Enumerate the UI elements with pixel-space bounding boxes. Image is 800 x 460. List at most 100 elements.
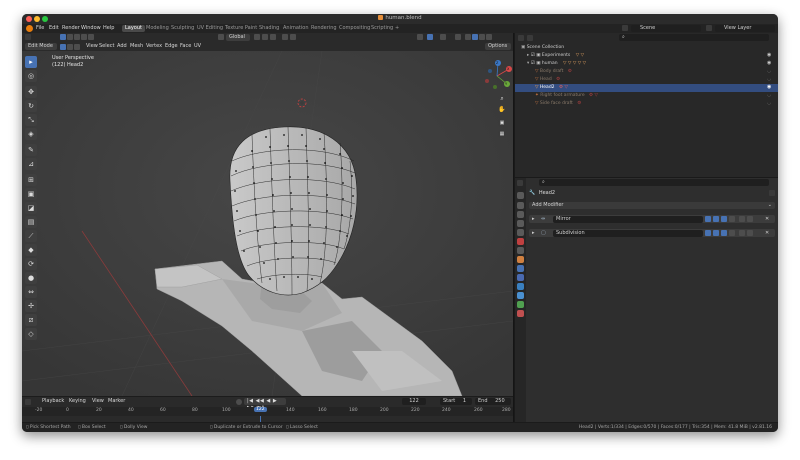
- current-frame-field[interactable]: 122: [402, 398, 426, 405]
- gizmo-z-label[interactable]: Z: [496, 61, 498, 65]
- outliner-row-right-foot-armature[interactable]: ✦ Right foot armature ⚙ ▽: [515, 92, 778, 100]
- edge-slide-tool-icon[interactable]: ⇔: [25, 286, 37, 298]
- outliner-row-experiments[interactable]: ▸ ☑ ▣ Experiments ▽ ▽: [515, 52, 778, 60]
- knife-tool-icon[interactable]: ⟋: [25, 230, 37, 242]
- tab-rendering[interactable]: Rendering: [308, 25, 340, 32]
- move-up-icon[interactable]: [739, 216, 745, 222]
- vertex-select-icon[interactable]: [60, 44, 66, 50]
- outliner-row-human[interactable]: ▾ ☑ ▣ human ▽ ▽ ▽ ▽ ▽: [515, 60, 778, 68]
- outliner-row-side-face-draft[interactable]: ▽ Side face draft ⚙: [515, 100, 778, 108]
- edge-select-icon[interactable]: [67, 44, 73, 50]
- editor-type-icon[interactable]: [25, 34, 31, 40]
- cursor-tool-icon[interactable]: ◎: [25, 70, 37, 82]
- eye-icon[interactable]: ◉: [767, 84, 777, 92]
- physics-tab-icon[interactable]: [517, 283, 524, 290]
- select-subtract-icon[interactable]: [81, 34, 87, 40]
- outliner-row-head[interactable]: ▽ Head ⚙: [515, 76, 778, 84]
- extrude-tool-icon[interactable]: ⊞: [25, 174, 37, 186]
- view-layer-tab-icon[interactable]: [517, 220, 524, 227]
- select-box-tool-icon[interactable]: ▸: [25, 56, 37, 68]
- outliner-row-head2[interactable]: ▽ Head2 ⚙ ▽: [515, 84, 778, 92]
- object-tab-icon[interactable]: [517, 256, 524, 263]
- select-invert-icon[interactable]: [88, 34, 94, 40]
- modifier-name-input[interactable]: Subdivision: [553, 229, 703, 237]
- menu-window[interactable]: Window: [81, 25, 101, 32]
- viewport-toggle-icon[interactable]: [713, 216, 719, 222]
- menu-add[interactable]: Add: [117, 43, 127, 50]
- outliner-search-input[interactable]: ⌕: [619, 34, 769, 41]
- render-tab-icon[interactable]: [517, 202, 524, 209]
- render-toggle-icon[interactable]: [721, 216, 727, 222]
- collection-tab-icon[interactable]: [517, 247, 524, 254]
- tab-layout[interactable]: Layout: [122, 25, 145, 32]
- viewport-toggle-icon[interactable]: [713, 230, 719, 236]
- scene-tab-icon[interactable]: [517, 229, 524, 236]
- modifier-name-input[interactable]: Mirror: [553, 215, 703, 223]
- gizmo-icon[interactable]: [427, 34, 433, 40]
- view-layer-selector[interactable]: View Layer: [715, 25, 775, 32]
- rendered-shading-icon[interactable]: [486, 34, 492, 40]
- data-tab-icon[interactable]: [517, 301, 524, 308]
- move-up-icon[interactable]: [739, 230, 745, 236]
- move-down-icon[interactable]: [747, 216, 753, 222]
- falloff-icon[interactable]: [290, 34, 296, 40]
- pan-icon[interactable]: ✋: [498, 106, 506, 114]
- camera-view-icon[interactable]: ▣: [498, 119, 506, 127]
- timeline-menu-marker[interactable]: Marker: [108, 398, 125, 405]
- select-extend-icon[interactable]: [74, 34, 80, 40]
- frame-ruler[interactable]: -20 0 20 40 60 80 100 122 140 160 180 20…: [22, 407, 513, 416]
- tab-animation[interactable]: Animation: [280, 25, 312, 32]
- expand-arrow-icon[interactable]: ▸: [532, 215, 535, 223]
- outliner-root[interactable]: ▣ Scene Collection: [515, 44, 778, 52]
- properties-editor-icon[interactable]: [517, 180, 523, 186]
- tool-tab-icon[interactable]: [517, 192, 524, 199]
- expand-arrow-icon[interactable]: ▾: [527, 61, 529, 66]
- add-workspace-button[interactable]: +: [392, 25, 402, 32]
- cage-toggle-icon[interactable]: [729, 216, 735, 222]
- mode-selector[interactable]: Edit Mode: [25, 43, 57, 50]
- menu-edge[interactable]: Edge: [165, 43, 178, 50]
- material-shading-icon[interactable]: [479, 34, 485, 40]
- tab-sculpting[interactable]: Sculpting: [168, 25, 197, 32]
- zoom-icon[interactable]: ⌕: [498, 95, 506, 103]
- eye-icon[interactable]: ◉: [767, 60, 777, 68]
- proportional-edit-icon[interactable]: [282, 34, 288, 40]
- expand-arrow-icon[interactable]: ▸: [532, 229, 535, 237]
- playhead-label[interactable]: 122: [254, 407, 267, 412]
- output-tab-icon[interactable]: [517, 211, 524, 218]
- 3d-viewport[interactable]: X Y Z ⌕ ✋ ▣ ▦ User Perspective (122) Hea…: [22, 51, 513, 396]
- scale-tool-icon[interactable]: ⤡: [25, 114, 37, 126]
- transform-orientation-icon[interactable]: [218, 34, 224, 40]
- move-tool-icon[interactable]: ✥: [25, 86, 37, 98]
- select-mode-icon[interactable]: [60, 34, 66, 40]
- eye-icon[interactable]: ◡: [767, 92, 777, 100]
- add-modifier-button[interactable]: Add Modifier ⌄: [529, 202, 775, 209]
- scene-icon[interactable]: [622, 25, 628, 31]
- xray-icon[interactable]: [455, 34, 461, 40]
- properties-search-input[interactable]: ⌕: [539, 179, 769, 186]
- outliner-filter-icon[interactable]: [527, 35, 533, 41]
- menu-uv[interactable]: UV: [194, 43, 201, 50]
- overlays-icon[interactable]: [440, 34, 446, 40]
- loop-cut-tool-icon[interactable]: ▤: [25, 216, 37, 228]
- annotate-tool-icon[interactable]: ✎: [25, 144, 37, 156]
- timeline-menu-keying[interactable]: Keying: [69, 398, 86, 405]
- face-select-icon[interactable]: [74, 44, 80, 50]
- menu-help[interactable]: Help: [103, 25, 114, 32]
- world-tab-icon[interactable]: [517, 238, 524, 245]
- menu-edit[interactable]: Edit: [49, 25, 59, 32]
- spin-tool-icon[interactable]: ⟳: [25, 258, 37, 270]
- view-layer-icon[interactable]: [706, 25, 712, 31]
- eye-icon[interactable]: ◡: [767, 76, 777, 84]
- timeline-menu-view[interactable]: View: [92, 398, 104, 405]
- cage-toggle-icon[interactable]: [729, 230, 735, 236]
- record-icon[interactable]: [236, 399, 242, 405]
- eye-icon[interactable]: ◡: [767, 100, 777, 108]
- start-frame-field[interactable]: Start 1: [440, 398, 472, 405]
- playback-controls[interactable]: |◀ ◀◀ ◀ ▶ ▶▶ ▶|: [244, 398, 286, 411]
- options-button[interactable]: Options: [485, 43, 511, 50]
- timeline-menu-playback[interactable]: Playback: [42, 398, 64, 405]
- pivot-point-icon[interactable]: [254, 34, 260, 40]
- transform-tool-icon[interactable]: ◈: [25, 128, 37, 140]
- close-icon[interactable]: ✕: [765, 229, 769, 237]
